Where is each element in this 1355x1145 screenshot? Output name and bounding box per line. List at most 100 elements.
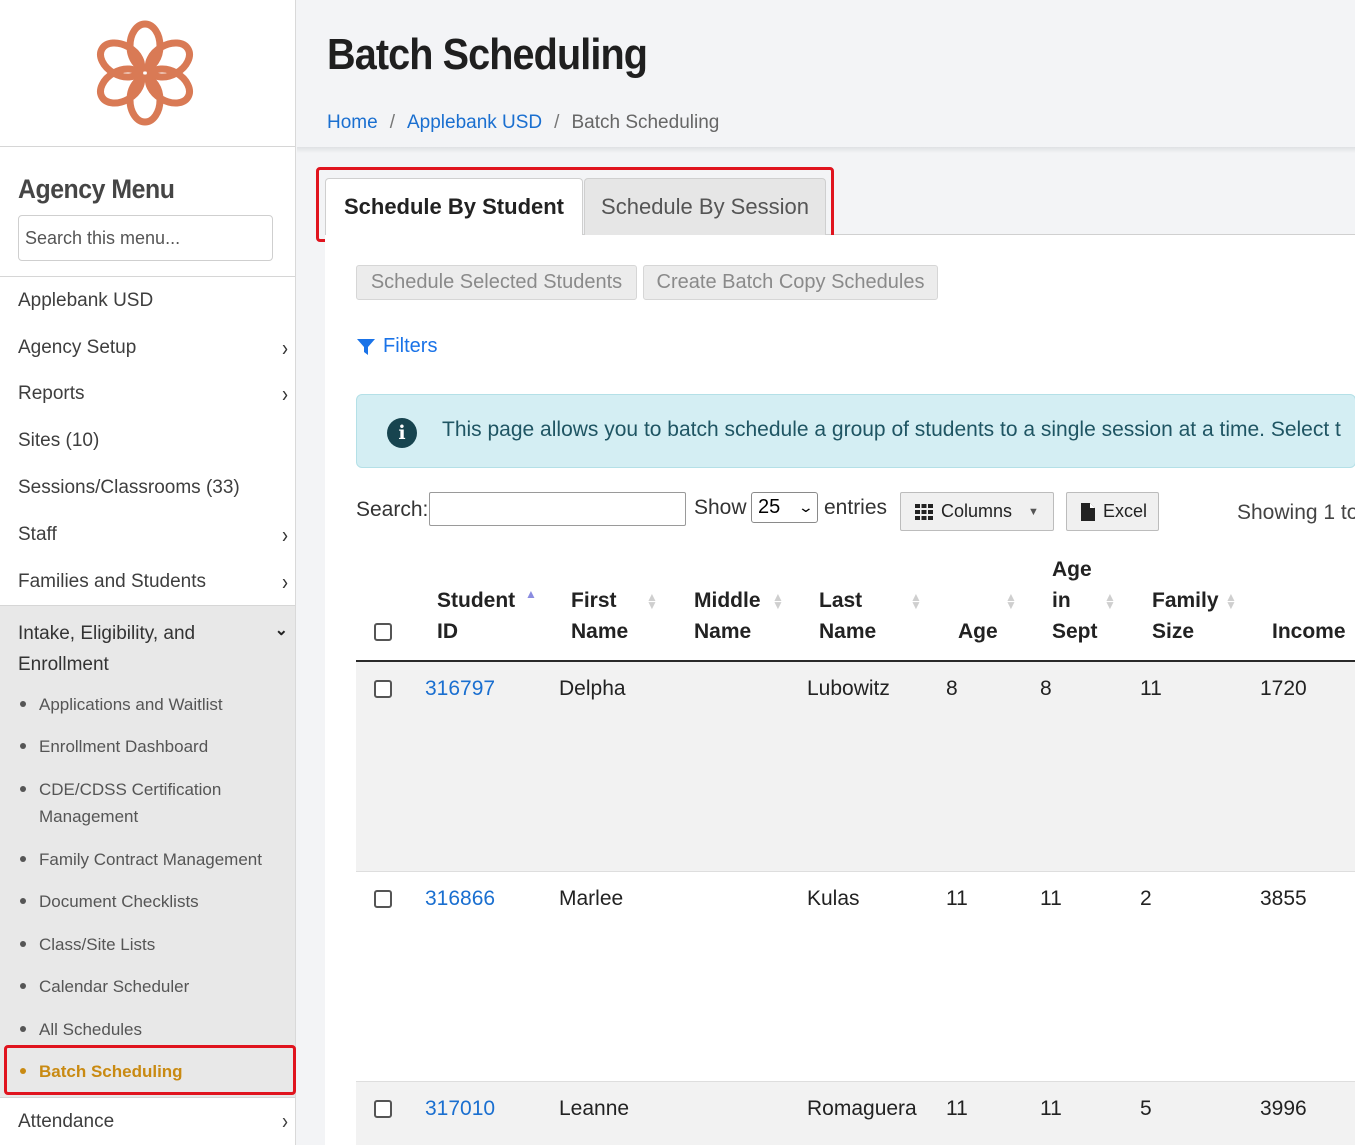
bullet-icon	[20, 940, 26, 947]
row-select-checkbox[interactable]	[374, 680, 392, 698]
table-row: 316797 Delpha Lubowitz 8 8 11 1720	[356, 662, 1355, 872]
filters-toggle[interactable]: Filters	[356, 335, 437, 358]
age-cell: 11	[946, 1097, 968, 1120]
excel-export-button[interactable]: Excel	[1066, 492, 1159, 531]
sidebar-subitem-document-checklists[interactable]: Document Checklists	[20, 888, 270, 915]
sidebar-item-sites[interactable]: Sites (10)	[0, 418, 295, 464]
sidebar-subitem-family-contract[interactable]: Family Contract Management	[20, 846, 270, 873]
sidebar-item-attendance[interactable]: Attendance ›	[0, 1097, 295, 1145]
family-size-cell: 2	[1140, 887, 1152, 910]
column-header-middle-name[interactable]: Middle Name	[694, 585, 761, 647]
first-name-cell: Marlee	[559, 887, 624, 910]
sidebar-item-label: Reports	[18, 383, 85, 404]
column-header-family-size[interactable]: Family Size	[1152, 585, 1219, 647]
sort-icon[interactable]: ▲ ▼	[772, 591, 784, 611]
breadcrumb-separator: /	[389, 112, 395, 133]
page-length-select[interactable]: 25 ⌄	[751, 492, 818, 523]
columns-label: Columns	[941, 501, 1013, 521]
show-label: Show	[694, 496, 747, 519]
flower-logo-icon	[97, 20, 193, 126]
family-size-cell: 11	[1140, 677, 1162, 700]
sidebar-item-applebank-usd[interactable]: Applebank USD	[0, 278, 295, 324]
sidebar-item-sessions-classrooms[interactable]: Sessions/Classrooms (33)	[0, 465, 295, 511]
header-divider	[297, 147, 1355, 153]
caret-down-icon: ▼	[1028, 505, 1039, 518]
column-header-first-name[interactable]: First Name	[571, 585, 628, 647]
sidebar-subitem-calendar-scheduler[interactable]: Calendar Scheduler	[20, 973, 270, 1000]
column-header-line: Name	[694, 620, 752, 643]
bullet-icon	[20, 1025, 26, 1032]
student-id-link[interactable]: 317010	[425, 1097, 495, 1121]
first-name-cell: Leanne	[559, 1097, 630, 1120]
info-icon: i	[387, 418, 417, 448]
column-header-line: Middle	[694, 589, 761, 612]
age-in-sept-cell: 11	[1040, 887, 1062, 910]
sidebar-subitem-all-schedules[interactable]: All Schedules	[20, 1016, 270, 1043]
chevron-right-icon: ›	[282, 334, 288, 361]
column-header-last-name[interactable]: Last Name	[819, 585, 876, 647]
column-header-line: in	[1052, 589, 1071, 612]
bullet-icon	[20, 982, 26, 989]
row-select-checkbox[interactable]	[374, 1100, 392, 1118]
sort-icon[interactable]: ▲ ▼	[910, 591, 922, 611]
sidebar-item-label: Sites (10)	[18, 430, 100, 451]
column-header-line: Last	[819, 589, 863, 612]
sidebar-item-reports[interactable]: Reports ›	[0, 371, 295, 417]
column-header-age[interactable]: Age	[958, 616, 998, 647]
table-row: 317010 Leanne Romaguera 11 11 5 3996	[356, 1082, 1355, 1145]
sidebar-item-agency-setup[interactable]: Agency Setup ›	[0, 325, 295, 371]
select-all-checkbox[interactable]	[374, 623, 392, 641]
last-name-cell: Kulas	[807, 887, 860, 910]
info-alert: i This page allows you to batch schedule…	[356, 394, 1355, 468]
chevron-down-icon: ⌄	[797, 499, 815, 515]
sidebar-subitem-enrollment-dashboard[interactable]: Enrollment Dashboard	[20, 733, 270, 760]
menu-divider	[0, 276, 295, 277]
sidebar-subitem-applications[interactable]: Applications and Waitlist	[20, 691, 270, 718]
breadcrumb: Home / Applebank USD / Batch Scheduling	[327, 112, 719, 134]
info-alert-text: This page allows you to batch schedule a…	[442, 418, 1341, 441]
highlight-box-tabs	[316, 167, 834, 242]
tab-content: Schedule Selected Students Create Batch …	[325, 235, 1355, 1145]
sidebar: Agency Menu Applebank USD Agency Setup› …	[0, 0, 296, 1145]
table-row: 316866 Marlee Kulas 11 11 2 3855	[356, 872, 1355, 1082]
column-header-line: Size	[1152, 620, 1195, 643]
breadcrumb-home-link[interactable]: Home	[327, 112, 378, 134]
sidebar-subitem-certification[interactable]: CDE/CDSS Certification Management	[20, 776, 270, 830]
create-batch-copy-schedules-button[interactable]: Create Batch Copy Schedules	[643, 265, 938, 300]
column-header-line: Age	[958, 620, 998, 643]
family-size-cell: 5	[1140, 1097, 1152, 1120]
sort-ascending-icon[interactable]: ▲	[525, 588, 537, 600]
sidebar-subitem-class-site-lists[interactable]: Class/Site Lists	[20, 931, 270, 958]
sort-icon[interactable]: ▲ ▼	[1104, 591, 1116, 611]
column-header-line: Name	[819, 620, 877, 643]
menu-search-input[interactable]	[18, 215, 273, 261]
column-header-income[interactable]: Income	[1272, 616, 1346, 647]
student-id-link[interactable]: 316866	[425, 887, 495, 911]
row-select-checkbox[interactable]	[374, 890, 392, 908]
sidebar-item-staff[interactable]: Staff ›	[0, 512, 295, 558]
student-id-link[interactable]: 316797	[425, 677, 495, 701]
sort-icon[interactable]: ▲ ▼	[646, 591, 658, 611]
last-name-cell: Lubowitz	[807, 677, 890, 700]
table-search-input[interactable]	[429, 492, 686, 526]
column-header-student-id[interactable]: Student ID	[437, 585, 515, 647]
column-header-line: Student	[437, 589, 516, 612]
chevron-down-icon[interactable]: ⌄	[275, 620, 288, 640]
grid-icon	[915, 503, 933, 520]
schedule-selected-students-button[interactable]: Schedule Selected Students	[356, 265, 637, 300]
sort-icon[interactable]: ▲ ▼	[1225, 591, 1237, 611]
sort-icon[interactable]: ▲ ▼	[1005, 591, 1017, 611]
highlight-box-batch-scheduling	[4, 1045, 296, 1095]
sidebar-group-title[interactable]: Intake, Eligibility, and Enrollment	[18, 618, 268, 680]
breadcrumb-agency-link[interactable]: Applebank USD	[407, 112, 542, 134]
age-in-sept-cell: 8	[1040, 677, 1052, 700]
sidebar-item-families-and-students[interactable]: Families and Students ›	[0, 559, 295, 605]
columns-button[interactable]: Columns ▼	[900, 492, 1054, 531]
income-cell: 3855	[1260, 887, 1307, 910]
column-header-age-in-sept[interactable]: Age in Sept	[1052, 554, 1098, 647]
column-header-line: Sept	[1052, 620, 1098, 643]
last-name-cell: Romaguera	[807, 1097, 917, 1120]
chevron-right-icon: ›	[282, 380, 288, 407]
age-cell: 11	[946, 887, 968, 910]
sidebar-item-label: Agency Setup	[18, 337, 137, 358]
